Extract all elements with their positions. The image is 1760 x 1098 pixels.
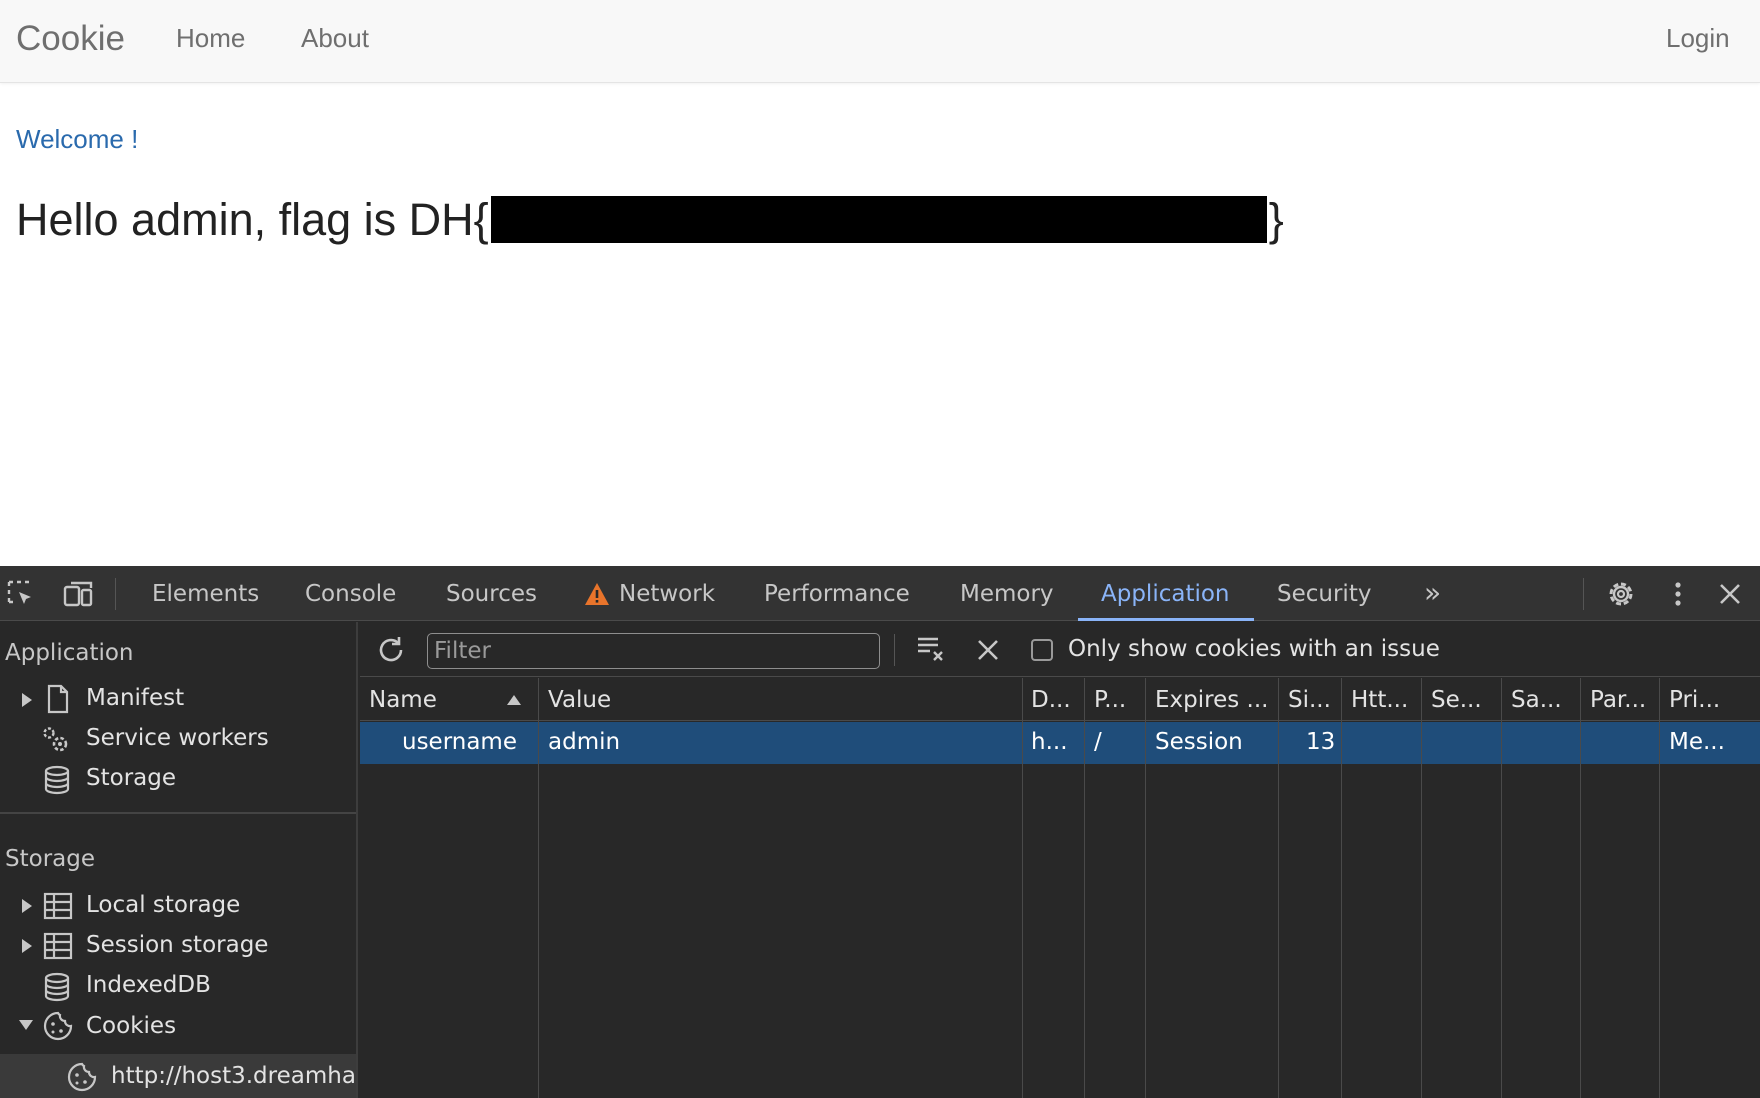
service-workers-gears-icon bbox=[43, 727, 68, 752]
sidebar-item-service-workers[interactable]: Service workers bbox=[86, 725, 269, 751]
toolbar-separator bbox=[894, 634, 895, 666]
sidebar-item-indexeddb[interactable]: IndexedDB bbox=[86, 972, 211, 998]
flag-prefix: Hello admin, flag is DH{ bbox=[16, 194, 489, 245]
column-header-httponly[interactable]: Htt... bbox=[1351, 687, 1408, 713]
column-header-priority[interactable]: Pri... bbox=[1669, 687, 1720, 713]
column-header-secure[interactable]: Se... bbox=[1431, 687, 1482, 713]
sort-ascending-icon bbox=[507, 695, 521, 705]
cell-value[interactable]: admin bbox=[548, 729, 620, 755]
tab-memory[interactable]: Memory bbox=[960, 581, 1054, 607]
indexeddb-database-icon bbox=[44, 972, 70, 1002]
inspect-element-icon[interactable] bbox=[5, 578, 37, 610]
warning-icon bbox=[585, 583, 609, 605]
collapse-arrow-icon[interactable] bbox=[18, 1018, 34, 1032]
column-divider[interactable] bbox=[1145, 678, 1146, 1098]
sidebar-header-application: Application bbox=[5, 640, 134, 666]
column-header-name[interactable]: Name bbox=[369, 687, 437, 713]
sidebar-item-session-storage[interactable]: Session storage bbox=[86, 932, 268, 958]
cell-path[interactable]: / bbox=[1094, 729, 1102, 755]
tabbar-separator bbox=[115, 578, 116, 610]
close-devtools-icon[interactable] bbox=[1714, 578, 1746, 610]
only-issue-label: Only show cookies with an issue bbox=[1068, 636, 1440, 662]
column-divider[interactable] bbox=[1659, 678, 1660, 1098]
sidebar-item-cookie-origin[interactable]: http://host3.dreamhac bbox=[111, 1063, 356, 1089]
sidebar-item-cookies[interactable]: Cookies bbox=[86, 1013, 176, 1039]
more-options-icon[interactable] bbox=[1662, 578, 1694, 610]
cell-priority[interactable]: Me... bbox=[1669, 729, 1725, 755]
welcome-text: Welcome ! bbox=[16, 124, 139, 154]
redaction-bar bbox=[490, 196, 1267, 243]
flag-heading: Hello admin, flag is DH{} bbox=[16, 194, 1284, 246]
session-storage-table-icon bbox=[43, 932, 73, 960]
login-link[interactable]: Login bbox=[1666, 23, 1730, 54]
cell-domain[interactable]: h... bbox=[1031, 729, 1068, 755]
devtools-tabbar: Elements Console Sources Network Perform… bbox=[0, 566, 1760, 621]
brand-logo[interactable]: Cookie bbox=[16, 19, 125, 59]
column-divider[interactable] bbox=[1341, 678, 1342, 1098]
tab-console[interactable]: Console bbox=[305, 581, 396, 607]
nav-about-link[interactable]: About bbox=[301, 23, 369, 54]
column-divider[interactable] bbox=[1421, 678, 1422, 1098]
devtools-panel: Elements Console Sources Network Perform… bbox=[0, 566, 1760, 1098]
tab-performance[interactable]: Performance bbox=[764, 581, 910, 607]
column-header-path[interactable]: P... bbox=[1094, 687, 1126, 713]
expand-arrow-icon[interactable] bbox=[20, 898, 34, 914]
sidebar-header-storage: Storage bbox=[5, 846, 95, 872]
delete-all-icon[interactable] bbox=[972, 634, 1004, 666]
cookie-icon bbox=[43, 1011, 73, 1041]
column-header-domain[interactable]: D... bbox=[1031, 687, 1071, 713]
refresh-icon[interactable] bbox=[375, 634, 407, 666]
cell-name[interactable]: username bbox=[402, 729, 517, 755]
column-divider[interactable] bbox=[1278, 678, 1279, 1098]
cookie-toolbar: Only show cookies with an issue bbox=[360, 622, 1760, 677]
storage-database-icon bbox=[44, 765, 70, 795]
only-issue-checkbox[interactable] bbox=[1031, 639, 1053, 661]
more-tabs-button[interactable]: » bbox=[1424, 576, 1441, 609]
tab-security[interactable]: Security bbox=[1277, 581, 1371, 607]
expand-arrow-icon[interactable] bbox=[20, 938, 34, 954]
navbar: Cookie Home About Login bbox=[0, 0, 1760, 83]
tab-elements[interactable]: Elements bbox=[152, 581, 259, 607]
tab-sources[interactable]: Sources bbox=[446, 581, 537, 607]
cell-size[interactable]: 13 bbox=[1306, 729, 1335, 755]
column-divider[interactable] bbox=[1022, 678, 1023, 1098]
sidebar-item-storage[interactable]: Storage bbox=[86, 765, 176, 791]
sidebar-item-local-storage[interactable]: Local storage bbox=[86, 892, 240, 918]
tab-application[interactable]: Application bbox=[1101, 581, 1230, 607]
column-divider[interactable] bbox=[1580, 678, 1581, 1098]
flag-suffix: } bbox=[1268, 194, 1284, 245]
active-tab-indicator bbox=[1078, 618, 1254, 621]
sidebar-item-manifest[interactable]: Manifest bbox=[86, 685, 184, 711]
cell-expires[interactable]: Session bbox=[1155, 729, 1243, 755]
sidebar-divider bbox=[0, 812, 356, 814]
local-storage-table-icon bbox=[43, 892, 73, 920]
cookie-origin-icon bbox=[67, 1062, 97, 1092]
column-divider[interactable] bbox=[538, 678, 539, 1098]
settings-gear-icon[interactable] bbox=[1605, 578, 1637, 610]
device-toolbar-icon[interactable] bbox=[62, 578, 94, 610]
cookie-filter-input[interactable] bbox=[427, 633, 880, 669]
cookie-panel: Only show cookies with an issue Name Val… bbox=[360, 622, 1760, 1098]
cookie-table-header: Name Value D... P... Expires ... Si... H… bbox=[360, 678, 1760, 721]
tabbar-separator-right bbox=[1583, 578, 1584, 610]
column-header-partition[interactable]: Par... bbox=[1590, 687, 1646, 713]
tab-network[interactable]: Network bbox=[619, 581, 715, 607]
clear-filtered-icon[interactable] bbox=[915, 632, 947, 664]
column-header-size[interactable]: Si... bbox=[1288, 687, 1331, 713]
application-sidebar: Application Manifest Service workers Sto… bbox=[0, 622, 358, 1098]
column-divider[interactable] bbox=[1501, 678, 1502, 1098]
expand-arrow-icon[interactable] bbox=[20, 692, 34, 708]
column-header-value[interactable]: Value bbox=[548, 687, 611, 713]
nav-home-link[interactable]: Home bbox=[176, 23, 245, 54]
column-divider[interactable] bbox=[1084, 678, 1085, 1098]
column-header-samesite[interactable]: Sa... bbox=[1511, 687, 1562, 713]
column-header-expires[interactable]: Expires ... bbox=[1155, 687, 1268, 713]
manifest-file-icon bbox=[47, 684, 69, 714]
